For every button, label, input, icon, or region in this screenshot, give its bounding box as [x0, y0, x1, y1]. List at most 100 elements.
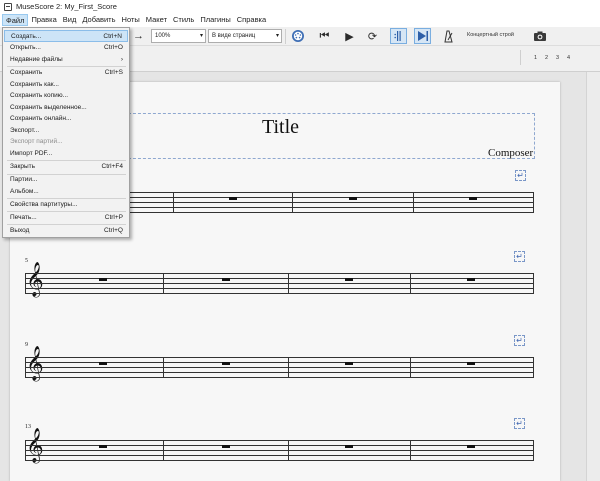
- menu-edit[interactable]: Правка: [28, 14, 59, 26]
- voice-1-button[interactable]: 1: [534, 55, 537, 61]
- menu-item-import-pdf[interactable]: Импорт PDF...: [4, 148, 128, 160]
- camera-icon[interactable]: [531, 28, 548, 44]
- concert-pitch-toggle[interactable]: Концертный строй: [467, 32, 514, 38]
- menu-item-save-selection[interactable]: Сохранить выделенное...: [4, 102, 128, 114]
- rewind-icon[interactable]: ⏮: [316, 28, 333, 44]
- staff-line: [25, 450, 534, 451]
- whole-rest[interactable]: [349, 197, 357, 200]
- treble-clef-icon: 𝄞: [26, 346, 44, 381]
- whole-rest[interactable]: [467, 278, 475, 281]
- menu-item-album[interactable]: Альбом...: [4, 186, 128, 198]
- view-mode-select[interactable]: В виде страниц ▾: [208, 29, 282, 43]
- menu-item-label: Альбом...: [10, 187, 39, 195]
- redo-icon[interactable]: →: [130, 28, 147, 44]
- zoom-select[interactable]: 100% ▾: [151, 29, 206, 43]
- whole-rest[interactable]: [222, 445, 230, 448]
- whole-rest[interactable]: [99, 278, 107, 281]
- app-icon: [4, 2, 12, 11]
- menu-style[interactable]: Стиль: [170, 14, 197, 26]
- barline: [25, 273, 26, 294]
- menu-item-shortcut: Ctrl+F4: [101, 163, 124, 170]
- score-title[interactable]: Title: [118, 116, 443, 139]
- vertical-scrollbar[interactable]: [586, 72, 600, 481]
- menu-help[interactable]: Справка: [234, 14, 269, 26]
- line-break-icon[interactable]: ↵: [514, 418, 525, 429]
- menu-item-label: Сохранить онлайн...: [10, 115, 72, 122]
- whole-rest[interactable]: [99, 445, 107, 448]
- barline: [533, 273, 534, 294]
- whole-rest[interactable]: [222, 278, 230, 281]
- menu-item-export-parts: Экспорт партий...: [4, 136, 128, 148]
- menu-item-print[interactable]: Печать... Ctrl+P: [4, 212, 128, 224]
- menu-add[interactable]: Добавить: [79, 14, 118, 26]
- barline: [25, 357, 26, 378]
- menu-item-label: Партии...: [10, 176, 38, 183]
- menu-item-label: Сохранить выделенное...: [10, 103, 87, 111]
- line-break-icon[interactable]: ↵: [515, 170, 526, 181]
- menu-item-open[interactable]: Открыть... Ctrl+O: [4, 42, 128, 54]
- menu-item-shortcut: Ctrl+O: [104, 44, 123, 51]
- metronome-repeat-icon[interactable]: [390, 28, 407, 44]
- voice-3-button[interactable]: 3: [556, 55, 559, 61]
- barline: [410, 440, 411, 461]
- barline: [25, 440, 26, 461]
- staff-line: [25, 377, 534, 378]
- whole-rest[interactable]: [469, 197, 477, 200]
- staff-line: [25, 357, 534, 358]
- line-break-icon[interactable]: ↵: [514, 335, 525, 346]
- score-composer[interactable]: Composer: [488, 147, 533, 159]
- whole-rest[interactable]: [99, 362, 107, 365]
- menu-item-score-properties[interactable]: Свойства партитуры...: [4, 199, 128, 211]
- metronome-icon[interactable]: [439, 28, 456, 44]
- menu-item-label: Сохранить: [10, 69, 43, 76]
- menu-item-label: Печать...: [10, 213, 37, 221]
- play-icon[interactable]: ▶: [341, 28, 358, 44]
- line-break-icon[interactable]: ↵: [514, 251, 525, 262]
- menu-item-close[interactable]: Закрыть Ctrl+F4: [4, 161, 128, 173]
- barline: [163, 357, 164, 378]
- whole-rest[interactable]: [345, 278, 353, 281]
- menu-item-new[interactable]: Создать... Ctrl+N: [4, 30, 128, 42]
- window-titlebar: MuseScore 2: My_First_Score: [0, 0, 600, 13]
- whole-rest[interactable]: [345, 445, 353, 448]
- voice-4-button[interactable]: 4: [567, 55, 570, 61]
- menu-item-save-copy[interactable]: Сохранить копию...: [4, 90, 128, 102]
- menu-item-label: Экспорт партий...: [10, 138, 63, 145]
- voice-2-button[interactable]: 2: [545, 55, 548, 61]
- menu-item-label: Закрыть: [10, 163, 36, 170]
- menu-item-save[interactable]: Сохранить Ctrl+S: [4, 67, 128, 79]
- menu-notes[interactable]: Ноты: [119, 14, 143, 26]
- staff-line: [25, 372, 534, 373]
- menu-file[interactable]: Файл: [2, 14, 29, 26]
- menu-plugins[interactable]: Плагины: [197, 14, 233, 26]
- menu-item-save-as[interactable]: Сохранить как...: [4, 79, 128, 91]
- loop-icon[interactable]: ⟳: [364, 28, 381, 44]
- menu-item-exit[interactable]: Выход Ctrl+Q: [4, 225, 128, 237]
- staff-line: [25, 288, 534, 289]
- staff-line: [25, 440, 534, 441]
- whole-rest[interactable]: [345, 362, 353, 365]
- whole-rest[interactable]: [467, 362, 475, 365]
- menu-item-recent-files[interactable]: Недавние файлы ›: [4, 54, 128, 66]
- treble-clef-icon: 𝄞: [26, 262, 44, 297]
- barline: [533, 192, 534, 213]
- window-title: MuseScore 2: My_First_Score: [16, 2, 117, 11]
- midi-input-icon[interactable]: [289, 28, 306, 44]
- whole-rest[interactable]: [229, 197, 237, 200]
- menu-bar: Файл Правка Вид Добавить Ноты Макет Стил…: [0, 13, 600, 27]
- menu-item-label: Экспорт...: [10, 126, 40, 134]
- whole-rest[interactable]: [222, 362, 230, 365]
- menu-item-parts[interactable]: Партии...: [4, 174, 128, 186]
- menu-view[interactable]: Вид: [60, 14, 80, 26]
- submenu-arrow-icon: ›: [120, 55, 123, 63]
- staff-line: [25, 273, 534, 274]
- menu-item-shortcut: Ctrl+S: [104, 69, 123, 76]
- pan-score-icon[interactable]: [414, 28, 431, 44]
- whole-rest[interactable]: [467, 445, 475, 448]
- menu-item-save-online[interactable]: Сохранить онлайн...: [4, 113, 128, 125]
- chevron-down-icon: ▾: [275, 33, 279, 39]
- treble-clef-icon: 𝄞: [26, 428, 44, 463]
- barline: [163, 440, 164, 461]
- menu-layout[interactable]: Макет: [143, 14, 170, 26]
- menu-item-export[interactable]: Экспорт...: [4, 125, 128, 137]
